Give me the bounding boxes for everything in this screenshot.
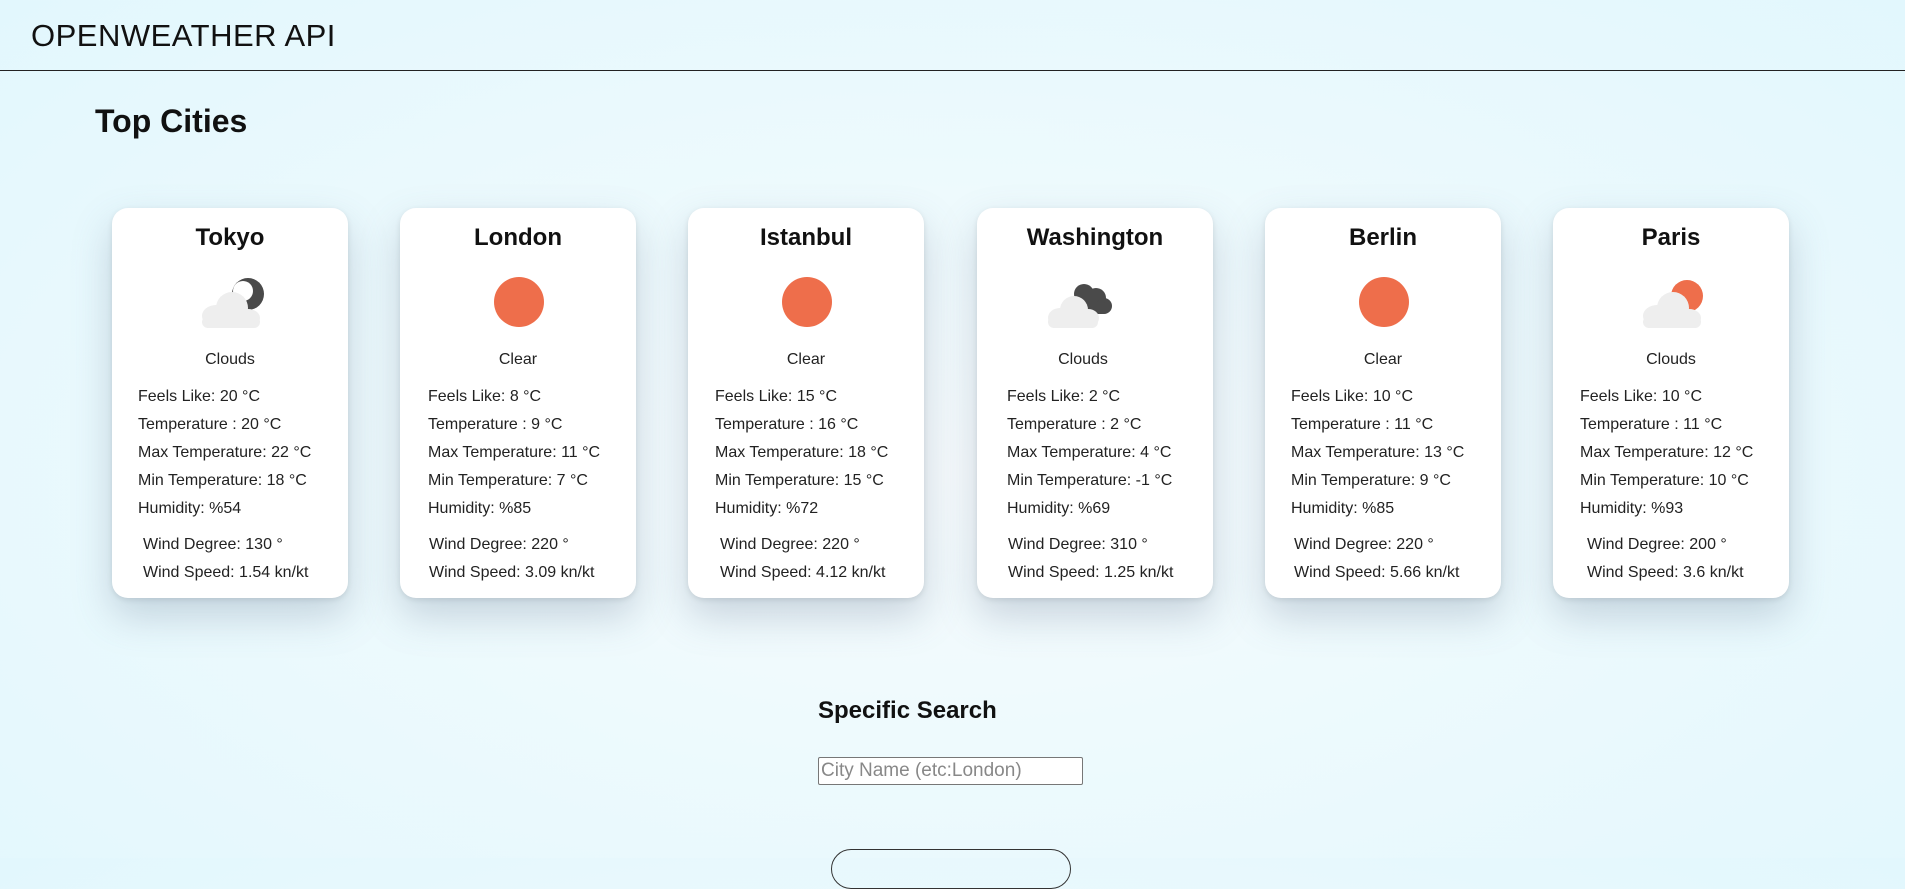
app-header: OPENWEATHER API	[0, 0, 1905, 71]
humidity: Humidity: %93	[1580, 500, 1684, 517]
city-name: Tokyo	[195, 224, 265, 251]
wind-degree: Wind Degree: 310 °	[1008, 536, 1148, 553]
wind-speed: Wind Speed: 1.25 kn/kt	[1008, 564, 1174, 581]
max-temperature: Max Temperature: 11 °C	[428, 444, 601, 461]
sun-icon	[494, 277, 544, 327]
sun-icon	[1359, 277, 1409, 327]
city-card-istanbul: Istanbul Clear Feels Like: 15 °C Tempera…	[688, 208, 924, 598]
wind-degree: Wind Degree: 200 °	[1587, 536, 1727, 553]
temperature: Temperature : 9 °C	[428, 416, 563, 433]
temperature: Temperature : 11 °C	[1291, 416, 1434, 433]
humidity: Humidity: %69	[1007, 500, 1111, 517]
wind-degree: Wind Degree: 220 °	[720, 536, 860, 553]
top-cities-title: Top Cities	[95, 103, 248, 139]
weather-description: Clear	[498, 351, 538, 368]
max-temperature: Max Temperature: 4 °C	[1007, 444, 1172, 461]
temperature: Temperature : 20 °C	[138, 416, 282, 433]
wind-speed: Wind Speed: 5.66 kn/kt	[1294, 564, 1460, 581]
weather-description: Clouds	[205, 351, 255, 368]
city-name: Paris	[1641, 224, 1701, 251]
wind-speed: Wind Speed: 3.6 kn/kt	[1587, 564, 1744, 581]
city-card-washington: Washington Clouds Feels Like: 2 °C Tempe…	[977, 208, 1213, 598]
max-temperature: Max Temperature: 22 °C	[138, 444, 312, 461]
wind-degree: Wind Degree: 220 °	[1294, 536, 1434, 553]
weather-description: Clouds	[1646, 351, 1696, 368]
max-temperature: Max Temperature: 12 °C	[1580, 444, 1754, 461]
weather-description: Clear	[786, 351, 826, 368]
app-title: OPENWEATHER API	[31, 18, 336, 53]
search-button[interactable]	[831, 849, 1071, 889]
temperature: Temperature : 16 °C	[715, 416, 859, 433]
city-name: London	[474, 224, 562, 251]
temperature: Temperature : 2 °C	[1007, 416, 1142, 433]
humidity: Humidity: %72	[715, 500, 819, 517]
feels-like: Feels Like: 15 °C	[715, 388, 838, 405]
cloud-moon-icon	[202, 278, 264, 328]
weather-description: Clouds	[1058, 351, 1108, 368]
temperature: Temperature : 11 °C	[1580, 416, 1723, 433]
city-card-berlin: Berlin Clear Feels Like: 10 °C Temperatu…	[1265, 208, 1501, 598]
feels-like: Feels Like: 2 °C	[1007, 388, 1121, 405]
dark-clouds-icon	[1048, 284, 1112, 328]
feels-like: Feels Like: 10 °C	[1291, 388, 1414, 405]
city-name: Berlin	[1348, 224, 1417, 251]
wind-degree: Wind Degree: 220 °	[429, 536, 569, 553]
specific-search-title: Specific Search	[818, 697, 997, 724]
wind-degree: Wind Degree: 130 °	[143, 536, 283, 553]
wind-speed: Wind Speed: 4.12 kn/kt	[720, 564, 886, 581]
cloud-sun-icon	[1643, 280, 1703, 328]
city-name: Istanbul	[759, 224, 852, 251]
city-card-london: London Clear Feels Like: 8 °C Temperatur…	[400, 208, 636, 598]
feels-like: Feels Like: 20 °C	[138, 388, 261, 405]
min-temperature: Min Temperature: 9 °C	[1291, 472, 1451, 489]
min-temperature: Min Temperature: 18 °C	[138, 472, 307, 489]
min-temperature: Min Temperature: 15 °C	[715, 472, 884, 489]
min-temperature: Min Temperature: 10 °C	[1580, 472, 1749, 489]
humidity: Humidity: %85	[1291, 500, 1395, 517]
min-temperature: Min Temperature: 7 °C	[428, 472, 588, 489]
humidity: Humidity: %85	[428, 500, 532, 517]
city-card-tokyo: Tokyo Clouds Feels Like: 20 °C Temperatu…	[112, 208, 348, 598]
sun-icon	[782, 277, 832, 327]
feels-like: Feels Like: 8 °C	[428, 388, 542, 405]
weather-description: Clear	[1363, 351, 1403, 368]
wind-speed: Wind Speed: 3.09 kn/kt	[429, 564, 595, 581]
max-temperature: Max Temperature: 18 °C	[715, 444, 889, 461]
city-search-input[interactable]	[818, 757, 1083, 785]
humidity: Humidity: %54	[138, 500, 242, 517]
city-card-paris: Paris Clouds Feels Like: 10 °C Temperatu…	[1553, 208, 1789, 598]
wind-speed: Wind Speed: 1.54 kn/kt	[143, 564, 309, 581]
max-temperature: Max Temperature: 13 °C	[1291, 444, 1465, 461]
feels-like: Feels Like: 10 °C	[1580, 388, 1703, 405]
city-name: Washington	[1026, 224, 1164, 251]
min-temperature: Min Temperature: -1 °C	[1007, 472, 1173, 489]
